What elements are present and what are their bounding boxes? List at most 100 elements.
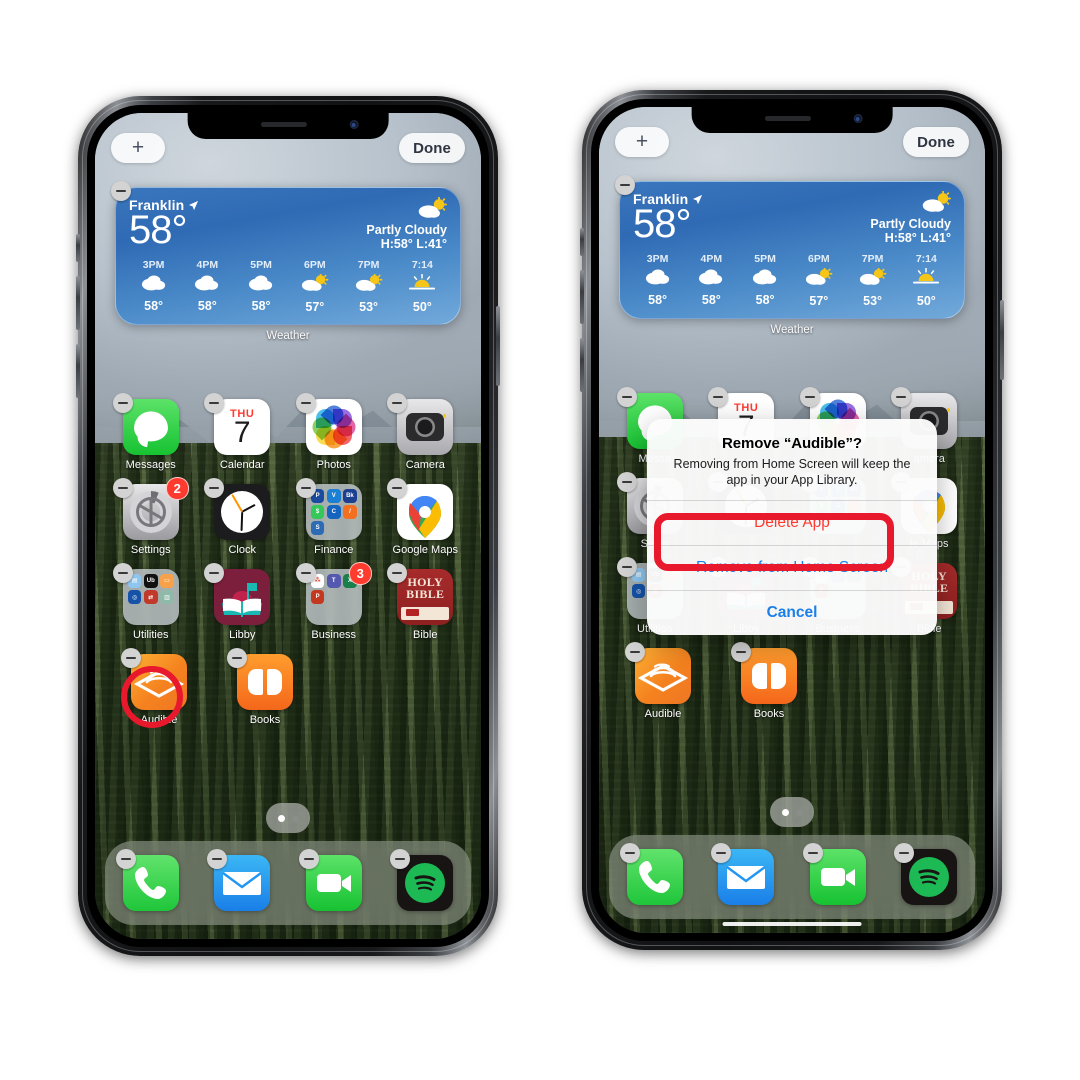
highlight-rect-delete-app [654, 513, 894, 571]
volume-up-button[interactable] [580, 270, 584, 324]
location-arrow-icon [189, 200, 199, 210]
add-widget-button[interactable]: + [615, 127, 669, 157]
folder-mini-icon: ▥ [160, 590, 174, 604]
front-camera-icon [349, 120, 359, 129]
app-item[interactable]: P V Bk $ C / S Finance [295, 478, 366, 556]
remove-app-badge[interactable] [295, 393, 316, 413]
weather-hour-column: 6PM 57° [793, 253, 844, 308]
app-item[interactable]: HOLYBIBLEBible [387, 563, 457, 641]
page-dot-active[interactable] [781, 808, 789, 816]
weather-widget[interactable]: Franklin 58° Partly Cloudy H:58° L:41° 3… [115, 187, 461, 325]
remove-app-badge[interactable] [625, 642, 645, 662]
app-item[interactable]: Books [227, 648, 297, 726]
app-item[interactable]: Libby [204, 563, 274, 641]
app-item[interactable]: Camera [387, 393, 457, 471]
weather-hour-time: 7:14 [411, 259, 433, 271]
alert-title: Remove “Audible”? [722, 435, 862, 452]
dock-app-item[interactable] [711, 843, 775, 905]
app-item[interactable]: 3 ⁂ T X P Business [295, 562, 372, 641]
dock-app-item[interactable] [619, 843, 684, 905]
widget-page-switcher[interactable] [266, 803, 310, 833]
cloud-icon [753, 269, 777, 285]
page-dot[interactable] [795, 808, 803, 816]
partly-sunny-icon [418, 197, 447, 218]
weather-widget-remove-badge[interactable] [111, 181, 131, 201]
scene: + Done Franklin 58° Partly Cloudy H:58° … [0, 0, 1080, 1080]
dock-app-item[interactable] [207, 849, 271, 911]
remove-app-badge[interactable] [295, 478, 316, 498]
power-button[interactable] [496, 306, 500, 386]
volume-down-button[interactable] [580, 338, 584, 392]
widget-page-switcher[interactable] [770, 797, 814, 827]
notification-badge: 3 [348, 562, 372, 585]
remove-app-badge[interactable] [295, 563, 316, 583]
app-item[interactable]: Messages [112, 393, 183, 471]
cancel-button[interactable]: Cancel [647, 590, 937, 635]
remove-app-badge[interactable] [799, 387, 820, 407]
remove-app-badge[interactable] [112, 563, 133, 583]
dock-app-item[interactable] [802, 843, 867, 905]
weather-hour-time: 5PM [754, 253, 776, 265]
partly-sunny-icon [859, 267, 887, 285]
cloud-icon [141, 275, 165, 291]
done-button[interactable]: Done [903, 127, 969, 157]
volume-down-button[interactable] [76, 344, 80, 398]
weather-hour-column: 7:14 50° [901, 253, 952, 308]
home-indicator[interactable] [722, 922, 862, 926]
folder-mini-icon: ▭ [160, 574, 174, 588]
app-item[interactable]: Clock [204, 478, 274, 556]
remove-app-badge[interactable] [112, 478, 133, 498]
remove-app-badge[interactable] [298, 849, 319, 869]
remove-app-badge[interactable] [619, 843, 640, 863]
weather-hour-temp: 57° [305, 300, 325, 314]
app-item[interactable]: Photos [295, 393, 366, 471]
app-item[interactable]: ▤Ub▭◎⇄▥Utilities [112, 563, 183, 641]
weather-widget[interactable]: Franklin 58° Partly Cloudy H:58° L:41° 3… [619, 181, 965, 319]
app-item[interactable]: Audible [625, 642, 695, 720]
app-row: Messages THU 7 Calendar Photos Camera [105, 393, 471, 471]
remove-app-badge[interactable] [731, 642, 751, 662]
folder-mini-icon: ◎ [127, 590, 142, 604]
dock-app-item[interactable] [390, 849, 454, 911]
mute-switch[interactable] [76, 234, 80, 262]
weather-hour-time: 5PM [250, 259, 272, 271]
dock-app-item[interactable] [115, 849, 180, 911]
weather-hour-temp: 58° [648, 293, 668, 307]
remove-app-badge[interactable] [115, 849, 136, 869]
page-dot[interactable] [291, 814, 299, 822]
dock-app-item[interactable] [298, 849, 363, 911]
partly-sunny-icon [355, 273, 383, 291]
done-button[interactable]: Done [399, 133, 465, 163]
app-item[interactable]: Google Maps [387, 478, 458, 556]
weather-hour-column: 7:14 50° [397, 259, 448, 314]
weather-hour-time: 3PM [142, 259, 165, 271]
remove-app-badge[interactable] [616, 557, 637, 577]
volume-up-button[interactable] [76, 276, 80, 330]
notification-badge: 2 [165, 477, 189, 500]
weather-hour-icon [645, 268, 671, 290]
app-item[interactable]: Books [731, 642, 801, 720]
remove-app-badge[interactable] [112, 393, 133, 413]
page-dot-active[interactable] [277, 814, 285, 822]
power-button[interactable] [1000, 300, 1004, 380]
dock-app-item[interactable] [894, 843, 958, 905]
remove-app-badge[interactable] [802, 843, 823, 863]
folder-mini-icon: T [326, 574, 341, 588]
remove-app-badge[interactable] [616, 387, 637, 407]
sunset-icon [913, 267, 940, 284]
weather-hour-column: 7PM 53° [343, 259, 394, 314]
app-item[interactable]: THU 7 Calendar [204, 393, 274, 471]
weather-widget-remove-badge[interactable] [615, 175, 635, 195]
remove-app-badge[interactable] [616, 472, 637, 492]
app-label: Books [753, 708, 785, 720]
weather-temperature: 58° [129, 208, 188, 252]
front-camera-icon [853, 114, 863, 123]
mute-switch[interactable] [580, 228, 584, 256]
weather-hour-temp: 50° [412, 300, 432, 314]
add-widget-button[interactable]: + [111, 133, 165, 163]
remove-app-badge[interactable] [227, 648, 247, 668]
weather-hour-temp: 58° [251, 299, 271, 313]
app-item[interactable]: 2 Settings [112, 477, 189, 556]
remove-app-badge[interactable] [121, 648, 141, 668]
folder-mini-icon: Bk [343, 489, 357, 503]
